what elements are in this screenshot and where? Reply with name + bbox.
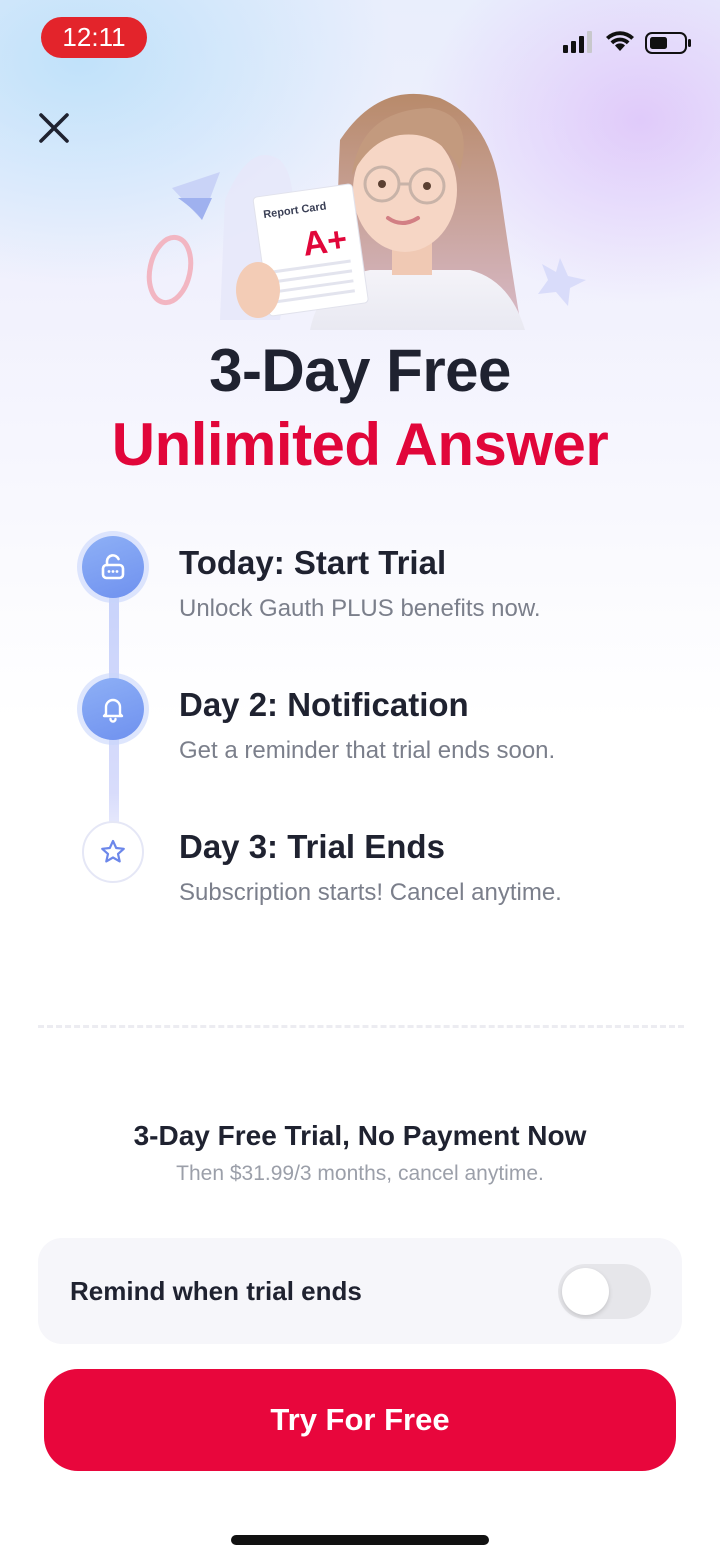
star-icon <box>101 839 125 863</box>
wifi-icon <box>606 31 634 51</box>
close-button[interactable] <box>30 104 78 152</box>
remind-toggle[interactable] <box>558 1264 651 1319</box>
hero-illustration: Report Card A+ <box>146 93 586 330</box>
page-title: 3-Day Free <box>209 337 511 404</box>
section-divider <box>38 1025 684 1028</box>
remind-setting-card: Remind when trial ends <box>38 1238 682 1344</box>
report-card-grade: A+ <box>300 220 349 264</box>
step-today-icon-circle <box>82 536 144 598</box>
remind-label: Remind when trial ends <box>70 1276 362 1306</box>
unlock-icon <box>101 554 125 580</box>
status-time: 12:11 <box>41 17 147 58</box>
offer-title: 3-Day Free Trial, No Payment Now <box>133 1120 587 1151</box>
step-day2-title: Day 2: Notification <box>179 686 469 723</box>
status-bar: 12:11 <box>0 0 720 80</box>
step-day2-icon-circle <box>82 678 144 740</box>
cellular-signal-icon <box>563 31 592 53</box>
bell-icon <box>102 698 124 723</box>
home-indicator[interactable] <box>231 1535 489 1545</box>
close-icon <box>39 113 69 143</box>
step-today-title: Today: Start Trial <box>179 544 447 581</box>
offer-price-subtitle: Then $31.99/3 months, cancel anytime. <box>176 1162 544 1185</box>
step-today-description: Unlock Gauth PLUS benefits now. <box>179 595 541 622</box>
try-for-free-button[interactable]: Try For Free <box>44 1369 676 1471</box>
toggle-knob <box>562 1268 609 1315</box>
step-day3-description: Subscription starts! Cancel anytime. <box>179 879 562 906</box>
step-day3-title: Day 3: Trial Ends <box>179 828 445 865</box>
step-day3-icon-circle <box>82 821 144 883</box>
page-subtitle-highlight: Unlimited Answer <box>111 411 609 478</box>
step-day2-description: Get a reminder that trial ends soon. <box>179 737 556 764</box>
battery-icon <box>645 32 691 54</box>
